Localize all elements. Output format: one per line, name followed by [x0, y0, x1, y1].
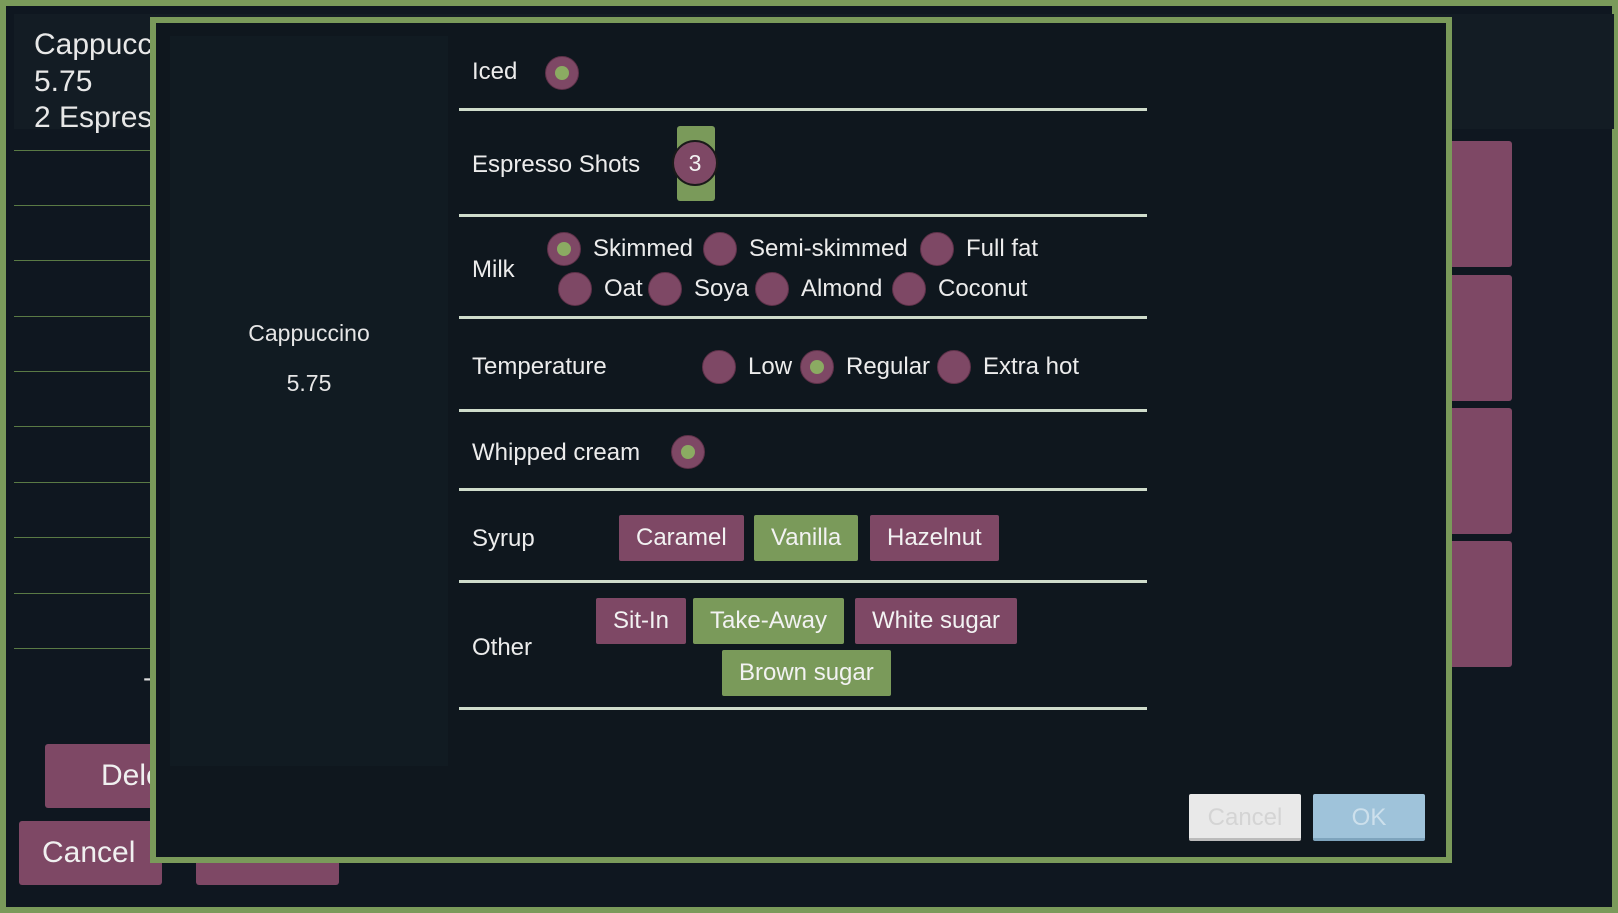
section-divider [459, 580, 1147, 583]
milk-option-oat-radio[interactable] [558, 272, 592, 306]
milk-option-full-fat-radio[interactable] [920, 232, 954, 266]
temperature-option-regular-radio[interactable] [800, 350, 834, 384]
milk-option-full-fat-label: Full fat [966, 235, 1039, 262]
other-white-sugar-button[interactable]: White sugar [855, 598, 1018, 644]
section-divider [459, 488, 1147, 491]
whipped-cream-label: Whipped cream [472, 439, 641, 466]
milk-option-coconut-radio[interactable] [892, 272, 926, 306]
order-list-divider [14, 316, 154, 317]
espresso-shots-label: Espresso Shots [472, 151, 641, 178]
milk-option-oat-label: Oat [604, 275, 643, 302]
section-divider [459, 409, 1147, 412]
item-price: 5.75 [286, 370, 332, 396]
syrup-hazelnut-button[interactable]: Hazelnut [870, 515, 999, 561]
item-name: Cappuccino [248, 320, 370, 346]
section-divider [459, 108, 1147, 111]
order-list-divider [14, 371, 154, 372]
other-take-away-button[interactable]: Take-Away [693, 598, 844, 644]
temperature-option-low-radio[interactable] [702, 350, 736, 384]
milk-option-semi-skimmed-label: Semi-skimmed [749, 235, 908, 262]
milk-option-coconut-label: Coconut [938, 275, 1028, 302]
other-label: Other [472, 634, 533, 661]
milk-option-almond-radio[interactable] [755, 272, 789, 306]
milk-label: Milk [472, 256, 515, 283]
whipped-cream-checkbox[interactable] [671, 435, 705, 469]
order-list-divider [14, 205, 154, 206]
temperature-option-extra-hot-label: Extra hot [983, 353, 1080, 380]
syrup-label: Syrup [472, 525, 535, 552]
section-divider [459, 214, 1147, 217]
milk-option-skimmed-radio[interactable] [547, 232, 581, 266]
other-sit-in-button[interactable]: Sit-In [596, 598, 687, 644]
syrup-caramel-button[interactable]: Caramel [619, 515, 744, 561]
milk-option-skimmed-label: Skimmed [593, 235, 694, 262]
iced-label: Iced [472, 58, 518, 85]
milk-option-soya-label: Soya [694, 275, 749, 302]
syrup-vanilla-button[interactable]: Vanilla [754, 515, 859, 561]
order-list-divider [14, 260, 154, 261]
dialog-ok-button[interactable]: OK [1313, 794, 1425, 841]
temperature-option-regular-label: Regular [846, 353, 931, 380]
iced-checkbox[interactable] [545, 56, 579, 90]
milk-option-soya-radio[interactable] [648, 272, 682, 306]
order-list-divider [14, 648, 154, 649]
section-divider [459, 316, 1147, 319]
temperature-option-low-label: Low [748, 353, 793, 380]
temperature-label: Temperature [472, 353, 607, 380]
other-brown-sugar-button[interactable]: Brown sugar [722, 650, 891, 696]
milk-option-almond-label: Almond [801, 275, 883, 302]
temperature-option-extra-hot-radio[interactable] [937, 350, 971, 384]
item-info-panel [170, 36, 448, 766]
section-divider [459, 707, 1147, 710]
order-list-divider [14, 593, 154, 594]
milk-option-semi-skimmed-radio[interactable] [703, 232, 737, 266]
order-list-divider [14, 537, 154, 538]
order-list-divider [14, 150, 154, 151]
espresso-shots-knob[interactable]: 3 [672, 140, 718, 186]
order-item-price: 5.75 [34, 65, 93, 98]
order-cancel-button-label: Cancel [42, 836, 136, 869]
order-list-divider [14, 482, 154, 483]
order-list-divider [14, 426, 154, 427]
dialog-cancel-button[interactable]: Cancel [1189, 794, 1301, 841]
